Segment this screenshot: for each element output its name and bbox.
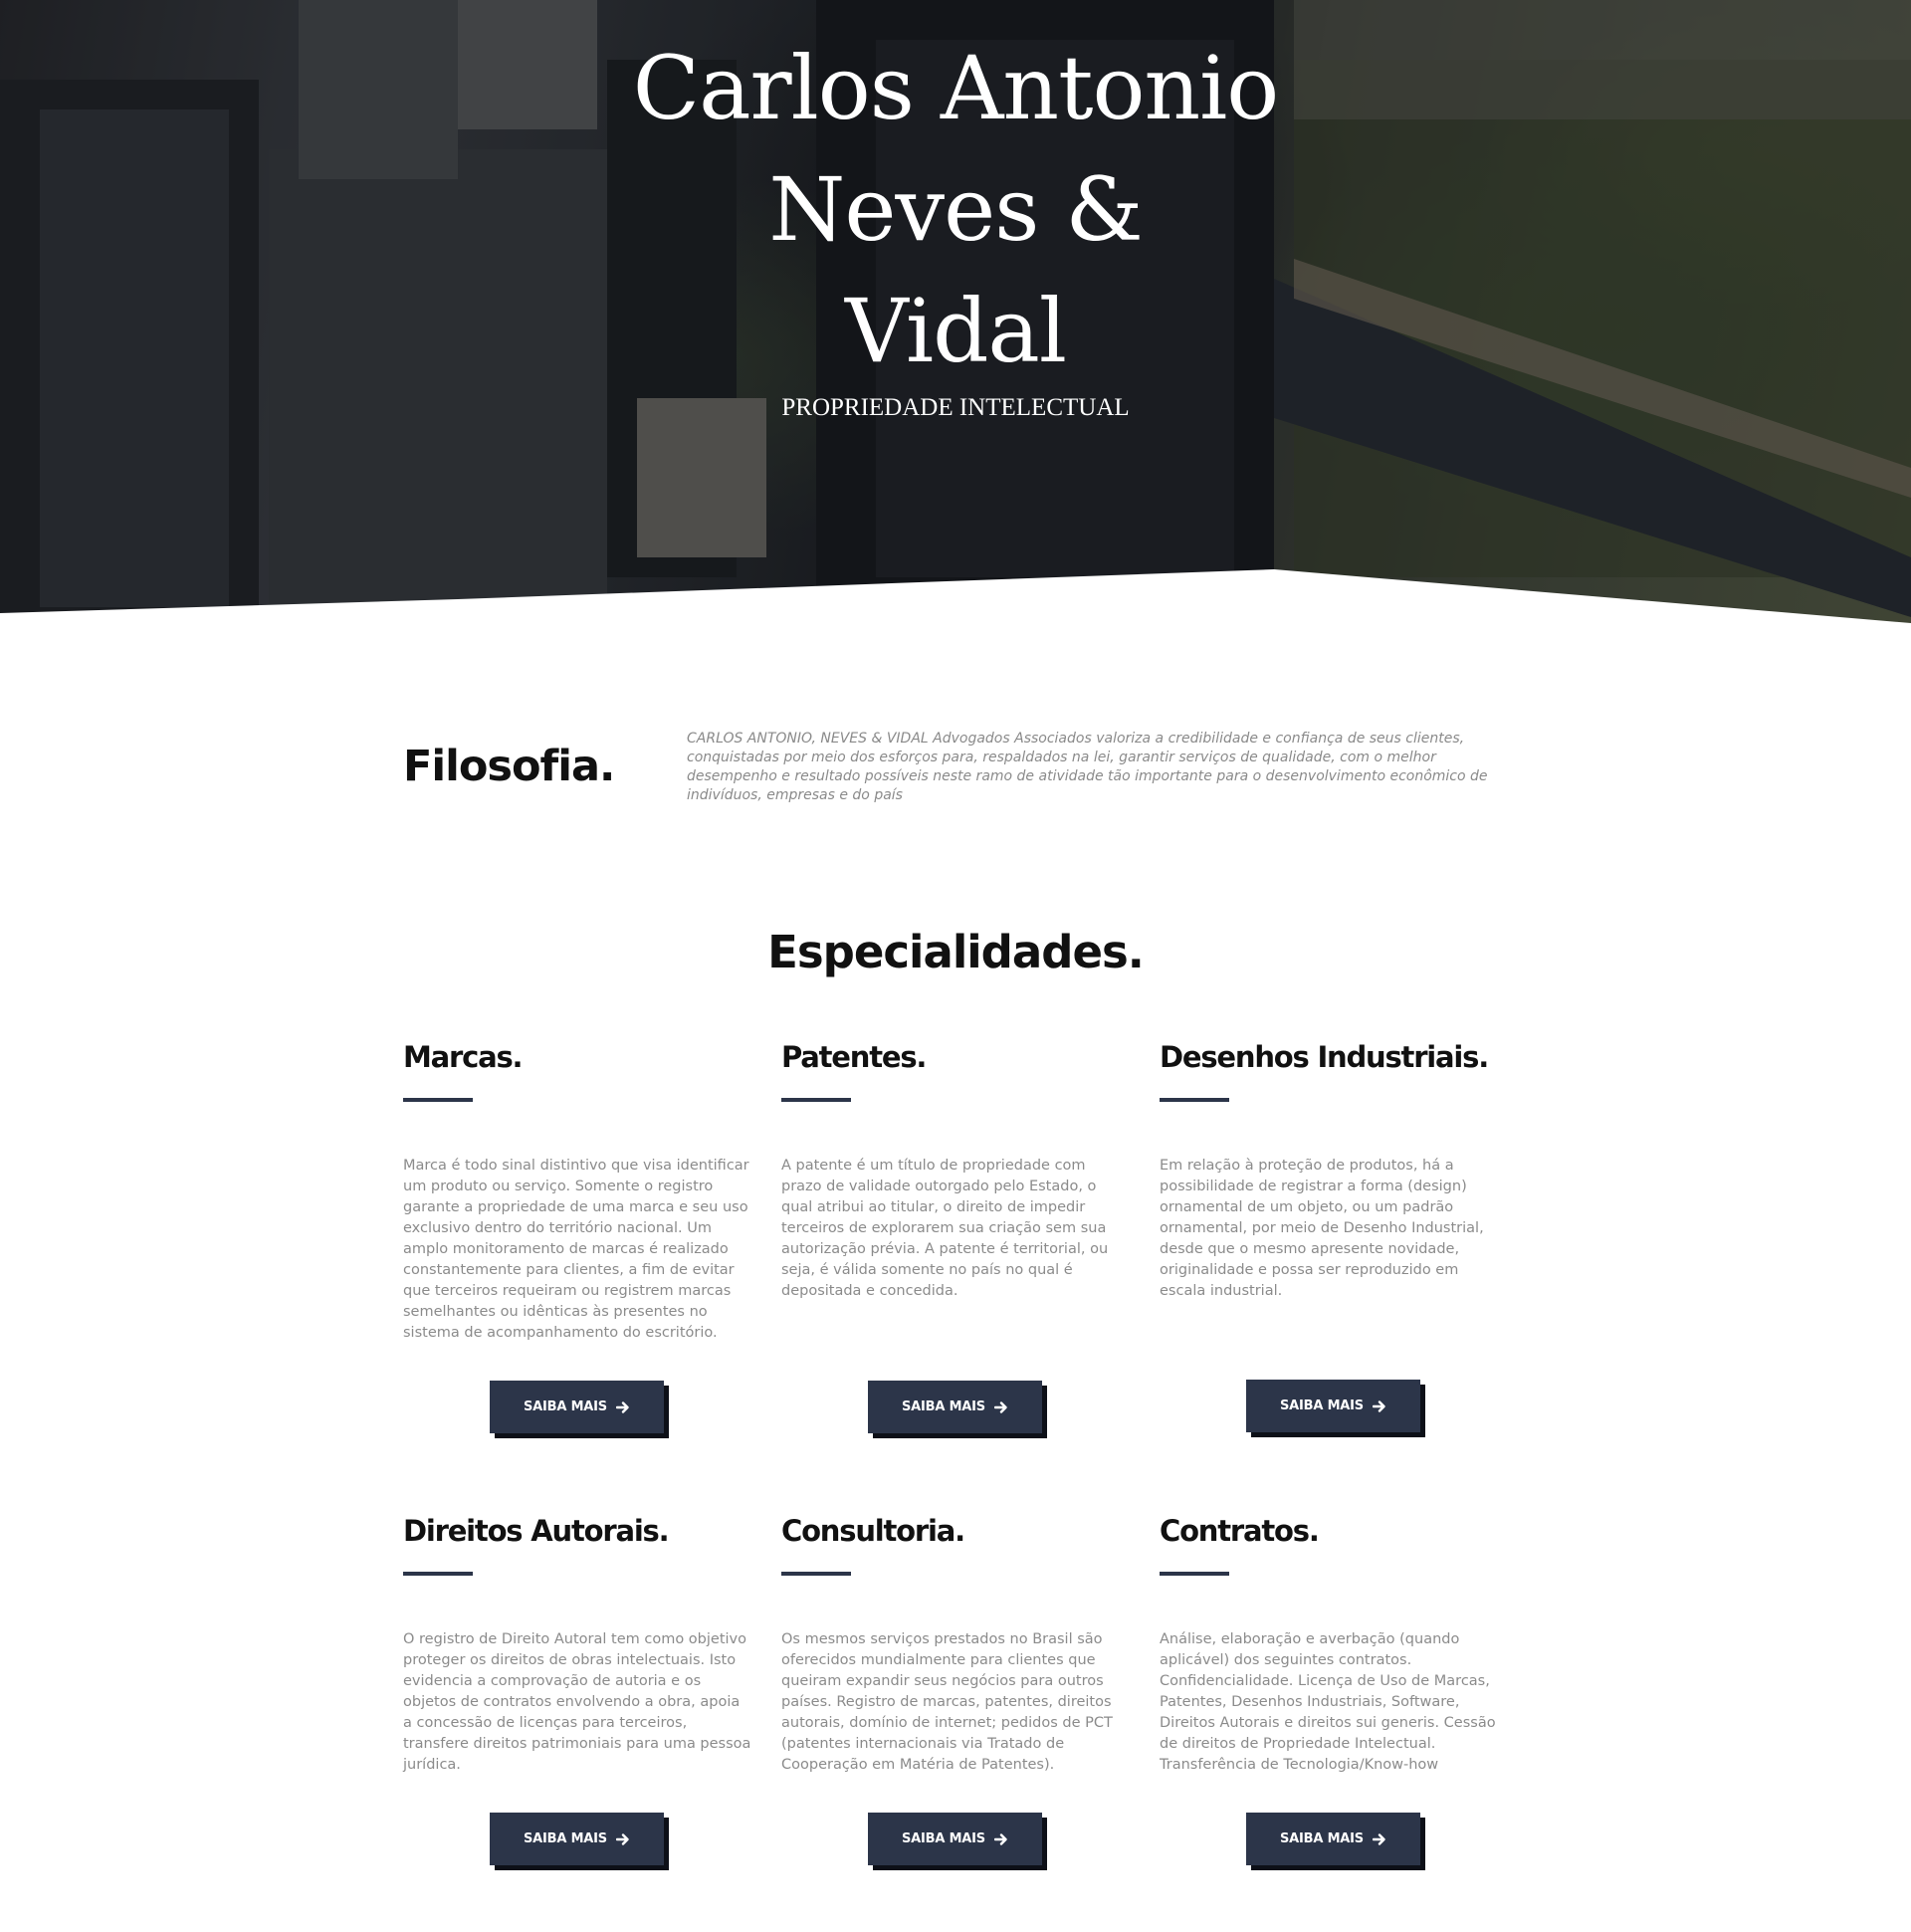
saiba-mais-button-patentes[interactable]: SAIBA MAIS [868,1381,1042,1433]
hero-title-line-3: Vidal [844,280,1067,382]
especialidades-heading: Especialidades. [767,926,1145,978]
saiba-mais-button-consultoria[interactable]: SAIBA MAIS [868,1813,1042,1865]
saiba-mais-button-direitos-autorais[interactable]: SAIBA MAIS [490,1813,664,1865]
specialty-title: Desenhos Industriais. [1160,1040,1489,1074]
title-underline [403,1572,473,1576]
specialty-text: O registro de Direito Autoral tem como o… [403,1631,751,1773]
specialty-card-contratos: Contratos. Análise, elaboração e averbaç… [1160,1514,1508,1932]
filosofia-heading: Filosofia. [403,742,615,791]
hero-title-line-1: Carlos Antonio [632,37,1280,139]
specialty-text: Marca é todo sinal distintivo que visa i… [403,1158,749,1341]
specialty-title: Contratos. [1160,1514,1320,1548]
saiba-mais-button-desenhos[interactable]: SAIBA MAIS [1246,1380,1420,1432]
title-underline [1160,1098,1229,1102]
title-underline [781,1572,851,1576]
hero-subtitle: PROPRIEDADE INTELECTUAL [781,394,1130,421]
saiba-mais-button-contratos[interactable]: SAIBA MAIS [1246,1813,1420,1865]
specialty-title: Patentes. [781,1040,927,1074]
arrow-right-icon [993,1400,1008,1414]
hero-title: Carlos Antonio Neves & Vidal [557,28,1354,392]
specialty-title: Marcas. [403,1040,524,1074]
arrow-right-icon [1372,1832,1386,1846]
specialty-title: Consultoria. [781,1514,965,1548]
specialty-card-desenhos-industriais: Desenhos Industriais. Em relação à prote… [1160,1040,1508,1458]
button-label: SAIBA MAIS [902,1399,985,1414]
specialty-card-direitos-autorais: Direitos Autorais. O registro de Direito… [403,1514,751,1932]
hero-title-line-2: Neves & [768,158,1143,261]
button-label: SAIBA MAIS [1280,1398,1364,1413]
saiba-mais-button-marcas[interactable]: SAIBA MAIS [490,1381,664,1433]
arrow-right-icon [615,1400,630,1414]
button-label: SAIBA MAIS [524,1831,607,1846]
specialty-text: Análise, elaboração e averbação (quando … [1160,1631,1496,1773]
button-label: SAIBA MAIS [1280,1831,1364,1846]
specialty-card-consultoria: Consultoria. Os mesmos serviços prestado… [781,1514,1130,1932]
specialty-text: Em relação à proteção de produtos, há a … [1160,1158,1484,1299]
title-underline [781,1098,851,1102]
specialty-card-patentes: Patentes. A patente é um título de propr… [781,1040,1130,1458]
arrow-right-icon [993,1832,1008,1846]
specialty-title: Direitos Autorais. [403,1514,670,1548]
specialty-card-marcas: Marcas. Marca é todo sinal distintivo qu… [403,1040,751,1458]
button-label: SAIBA MAIS [524,1399,607,1414]
arrow-right-icon [1372,1399,1386,1413]
title-underline [403,1098,473,1102]
hero-bottom-divider [0,569,1911,637]
specialty-text: A patente é um título de propriedade com… [781,1158,1109,1299]
button-label: SAIBA MAIS [902,1831,985,1846]
arrow-right-icon [615,1832,630,1846]
filosofia-text: CARLOS ANTONIO, NEVES & VIDAL Advogados … [687,731,1488,803]
hero-section: Carlos Antonio Neves & Vidal PROPRIEDADE… [0,0,1911,637]
title-underline [1160,1572,1229,1576]
specialty-text: Os mesmos serviços prestados no Brasil s… [781,1631,1113,1773]
